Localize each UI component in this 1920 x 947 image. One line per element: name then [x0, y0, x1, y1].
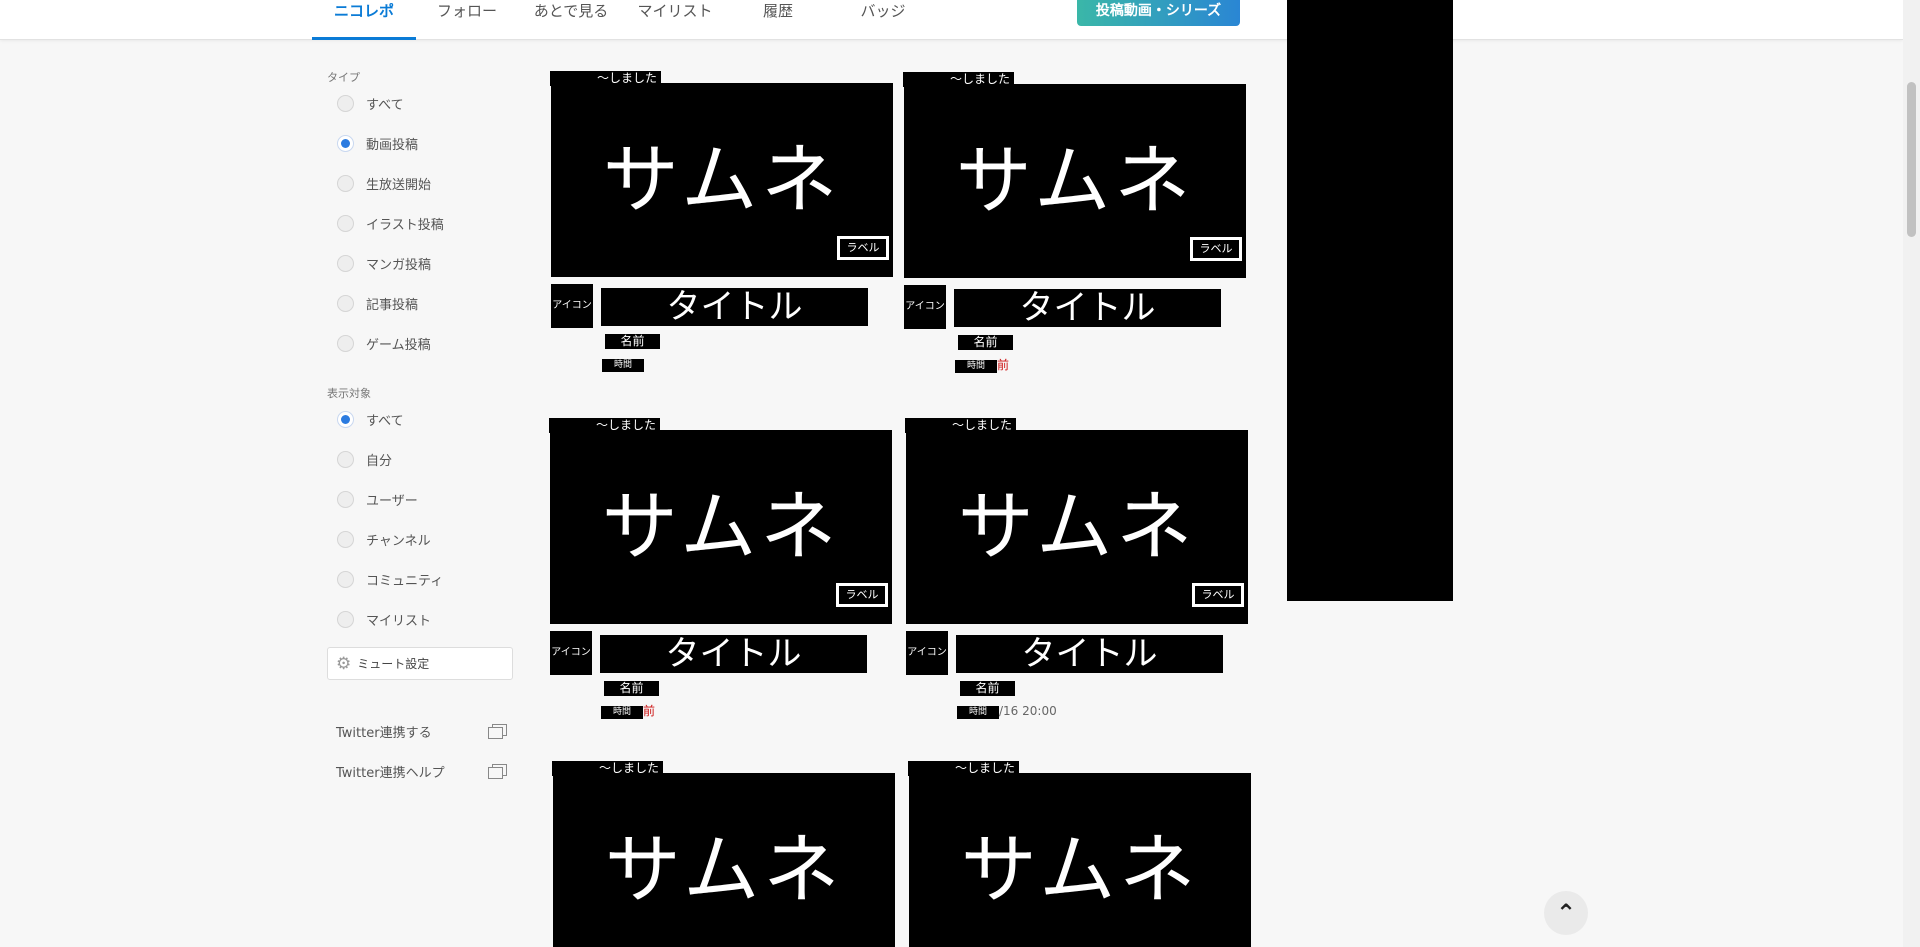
feed-card: 〜しました サムネ ラベル アイコン タイトル 名前 時間 /16 20:00 — [905, 418, 1250, 748]
target-option-label: 自分 — [366, 453, 393, 469]
post-time: 時間 — [602, 359, 644, 372]
mute-settings-button[interactable]: ⚙ ミュート設定 — [327, 647, 513, 680]
chevron-up-icon: ⌃ — [1555, 899, 1577, 927]
user-name[interactable]: 名前 — [958, 335, 1013, 350]
target-option-label: ユーザー — [366, 493, 418, 509]
video-label-badge: ラベル — [1192, 583, 1244, 607]
post-time: 時間 — [601, 706, 643, 719]
relative-time-suffix: 前 — [997, 358, 1010, 372]
type-option-manga[interactable]: マンガ投稿 — [337, 253, 431, 273]
video-label-badge: ラベル — [1190, 237, 1242, 261]
relative-time-suffix: 前 — [643, 704, 656, 718]
type-option-article[interactable]: 記事投稿 — [337, 293, 418, 313]
type-option-label: 生放送開始 — [366, 177, 432, 193]
video-label-badge: ラベル — [837, 236, 889, 260]
radio-icon — [337, 94, 354, 112]
video-thumbnail[interactable]: サムネ — [909, 773, 1251, 947]
user-icon[interactable]: アイコン — [551, 284, 593, 328]
tab-badge[interactable]: バッジ — [844, 0, 922, 40]
type-option-video[interactable]: 動画投稿 — [337, 133, 418, 153]
video-label-badge: ラベル — [836, 583, 888, 607]
post-time: 時間 — [955, 360, 997, 373]
video-title[interactable]: タイトル — [600, 635, 867, 673]
feed-card: 〜しました サムネ — [908, 761, 1253, 947]
type-group-label: タイプ — [327, 71, 360, 84]
radio-icon — [337, 490, 354, 508]
type-option-label: イラスト投稿 — [366, 217, 444, 233]
radio-icon — [337, 610, 354, 628]
back-to-top-button[interactable]: ⌃ — [1544, 891, 1588, 935]
feed-card: 〜しました サムネ ラベル アイコン タイトル 名前 時間 前 — [903, 72, 1248, 402]
feed-card: 〜しました サムネ ラベル アイコン タイトル 名前 時間 前 — [549, 418, 894, 748]
radio-icon — [337, 174, 354, 192]
post-date: /16 20:00 — [999, 704, 1057, 718]
tab-mylist[interactable]: マイリスト — [632, 0, 718, 40]
type-option-game[interactable]: ゲーム投稿 — [337, 333, 431, 353]
user-name[interactable]: 名前 — [960, 681, 1015, 696]
radio-icon — [337, 294, 354, 312]
post-time: 時間 — [957, 706, 999, 719]
twitter-help-link[interactable]: Twitter連携ヘルプ — [336, 761, 507, 781]
tab-history[interactable]: 履歴 — [740, 0, 816, 40]
tab-nicorepo[interactable]: ニコレポ — [312, 0, 416, 40]
video-title[interactable]: タイトル — [956, 635, 1223, 673]
target-group-label: 表示対象 — [327, 387, 371, 400]
type-option-illust[interactable]: イラスト投稿 — [337, 213, 444, 233]
video-title[interactable]: タイトル — [954, 289, 1221, 327]
radio-icon — [337, 334, 354, 352]
radio-icon — [337, 570, 354, 588]
type-option-live[interactable]: 生放送開始 — [337, 173, 431, 193]
radio-icon — [337, 450, 354, 468]
user-icon[interactable]: アイコン — [550, 631, 592, 675]
external-window-icon — [488, 724, 507, 739]
target-option-all[interactable]: すべて — [337, 409, 404, 429]
type-option-label: 動画投稿 — [366, 137, 419, 153]
top-nav: ニコレポ フォロー あとで見る マイリスト 履歴 バッジ 投稿動画・シリーズ — [0, 0, 1903, 40]
ad-area — [1287, 0, 1453, 601]
page-scrollbar[interactable] — [1903, 0, 1920, 947]
target-option-channel[interactable]: チャンネル — [337, 529, 431, 549]
target-option-label: チャンネル — [366, 533, 431, 549]
type-option-all[interactable]: すべて — [337, 93, 404, 113]
radio-icon — [337, 530, 354, 548]
twitter-connect-label: Twitter連携する — [336, 725, 432, 741]
type-option-label: ゲーム投稿 — [366, 337, 431, 353]
type-option-label: マンガ投稿 — [366, 257, 432, 273]
target-option-mylist[interactable]: マイリスト — [337, 609, 431, 629]
type-option-label: 記事投稿 — [366, 297, 419, 313]
target-option-label: すべて — [366, 413, 404, 429]
target-option-user[interactable]: ユーザー — [337, 489, 418, 509]
twitter-connect-link[interactable]: Twitter連携する — [336, 721, 507, 741]
user-name[interactable]: 名前 — [605, 334, 660, 349]
target-option-label: コミュニティ — [366, 573, 444, 589]
posted-videos-series-button[interactable]: 投稿動画・シリーズ — [1077, 0, 1240, 26]
user-icon[interactable]: アイコン — [904, 285, 946, 329]
twitter-help-label: Twitter連携ヘルプ — [336, 765, 445, 781]
radio-checked-icon — [337, 410, 354, 428]
user-icon[interactable]: アイコン — [906, 631, 948, 675]
target-option-community[interactable]: コミュニティ — [337, 569, 443, 589]
tab-follow[interactable]: フォロー — [426, 0, 508, 40]
feed-card: 〜しました サムネ — [552, 761, 897, 947]
video-thumbnail[interactable]: サムネ — [553, 773, 895, 947]
target-option-label: マイリスト — [366, 613, 432, 629]
radio-checked-icon — [337, 134, 354, 152]
gear-icon: ⚙ — [336, 653, 352, 674]
type-option-label: すべて — [366, 97, 404, 113]
radio-icon — [337, 254, 354, 272]
feed-card: 〜しました サムネ ラベル アイコン タイトル 名前 時間 — [550, 71, 895, 401]
tab-watch-later[interactable]: あとで見る — [526, 0, 616, 40]
target-option-self[interactable]: 自分 — [337, 449, 392, 469]
radio-icon — [337, 214, 354, 232]
external-window-icon — [488, 764, 507, 779]
user-name[interactable]: 名前 — [604, 681, 659, 696]
scrollbar-thumb[interactable] — [1907, 82, 1916, 237]
video-title[interactable]: タイトル — [601, 288, 868, 326]
mute-settings-label: ミュート設定 — [357, 657, 430, 671]
